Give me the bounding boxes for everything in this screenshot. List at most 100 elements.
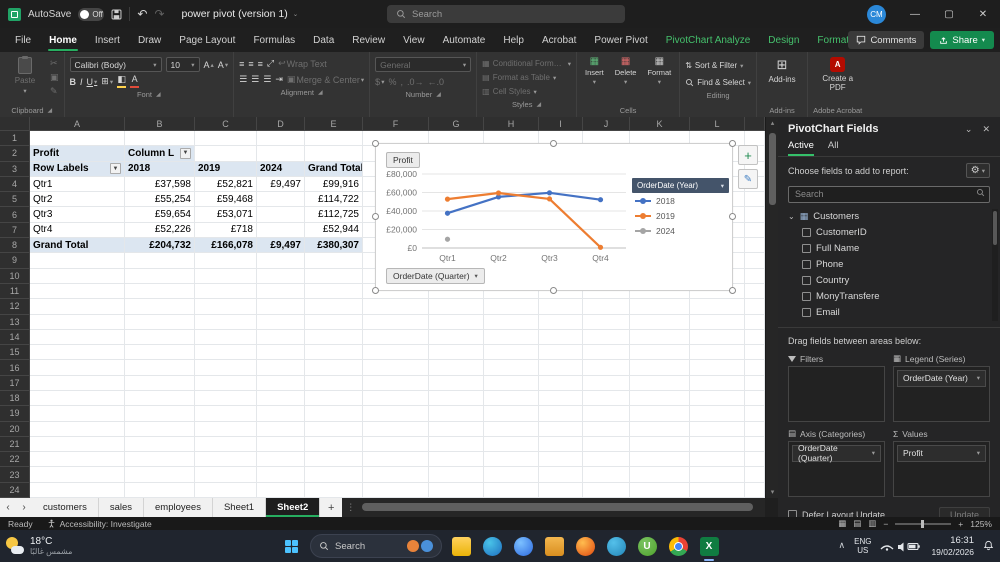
- cell-L21[interactable]: [690, 436, 745, 453]
- cell-I16[interactable]: [539, 360, 583, 376]
- cell-K21[interactable]: [630, 436, 690, 453]
- cell-F22[interactable]: [363, 452, 429, 468]
- minimize-button[interactable]: —: [898, 0, 932, 28]
- cell-E9[interactable]: [305, 253, 363, 269]
- cell-D11[interactable]: [257, 283, 305, 300]
- cell-G16[interactable]: [429, 360, 484, 376]
- number-format-select[interactable]: General ▾: [375, 57, 472, 72]
- cell-L15[interactable]: [690, 345, 745, 361]
- column-header-E[interactable]: E: [305, 117, 363, 131]
- zoom-in-icon[interactable]: +: [958, 519, 963, 529]
- cell-partial-19[interactable]: [745, 406, 765, 422]
- decrease-decimal-icon[interactable]: ←.0: [428, 75, 445, 88]
- vertical-scrollbar[interactable]: ▴ ▾: [765, 117, 778, 498]
- sheet-tab-employees[interactable]: employees: [144, 498, 213, 517]
- cell-A12[interactable]: [30, 299, 125, 315]
- cell-partial-13[interactable]: [745, 314, 765, 330]
- cell-K22[interactable]: [630, 452, 690, 468]
- resize-handle[interactable]: [729, 140, 736, 147]
- zoom-level[interactable]: 125%: [970, 519, 992, 529]
- cell-B13[interactable]: [125, 314, 195, 330]
- panel-chevron-icon[interactable]: ⌄: [965, 124, 973, 135]
- italic-button[interactable]: I: [80, 75, 83, 88]
- tab-draw[interactable]: Draw: [129, 28, 170, 52]
- fill-color-icon[interactable]: ◧: [117, 75, 127, 88]
- legend-field-button[interactable]: OrderDate (Year) ▾: [632, 178, 729, 193]
- cell-C10[interactable]: [195, 268, 257, 284]
- column-header-B[interactable]: B: [125, 117, 195, 131]
- cell-C12[interactable]: [195, 299, 257, 315]
- cell-E3[interactable]: Grand Total: [305, 161, 363, 177]
- tab-insert[interactable]: Insert: [86, 28, 129, 52]
- row-header-15[interactable]: 15: [0, 345, 30, 361]
- row-header-23[interactable]: 23: [0, 467, 30, 483]
- cell-D24[interactable]: [257, 482, 305, 498]
- cell-D21[interactable]: [257, 436, 305, 453]
- tab-review[interactable]: Review: [343, 28, 394, 52]
- cell-J24[interactable]: [583, 482, 630, 498]
- cell-F20[interactable]: [363, 421, 429, 437]
- cell-A16[interactable]: [30, 360, 125, 376]
- cell-H21[interactable]: [484, 436, 539, 453]
- align-right-icon[interactable]: ☰: [263, 73, 271, 86]
- save-icon[interactable]: [111, 9, 122, 20]
- share-button[interactable]: Share ▾: [930, 31, 994, 49]
- cell-I23[interactable]: [539, 467, 583, 483]
- cell-L13[interactable]: [690, 314, 745, 330]
- cell-E17[interactable]: [305, 375, 363, 391]
- row-header-22[interactable]: 22: [0, 452, 30, 468]
- cell-D18[interactable]: [257, 390, 305, 407]
- cell-D12[interactable]: [257, 299, 305, 315]
- dialog-launcher-icon[interactable]: ◢: [318, 89, 323, 96]
- cell-C13[interactable]: [195, 314, 257, 330]
- cell-A9[interactable]: [30, 253, 125, 269]
- page-break-view-icon[interactable]: ▥: [868, 518, 876, 529]
- cell-E21[interactable]: [305, 436, 363, 453]
- column-header-D[interactable]: D: [257, 117, 305, 131]
- cell-I13[interactable]: [539, 314, 583, 330]
- cell-L18[interactable]: [690, 390, 745, 407]
- vertical-scroll-thumb[interactable]: [769, 133, 776, 205]
- cell-D22[interactable]: [257, 452, 305, 468]
- chrome-icon[interactable]: [666, 534, 690, 558]
- cell-I20[interactable]: [539, 421, 583, 437]
- cell-G13[interactable]: [429, 314, 484, 330]
- cell-A20[interactable]: [30, 421, 125, 437]
- cell-H12[interactable]: [484, 299, 539, 315]
- cell-K18[interactable]: [630, 390, 690, 407]
- sheet-nav-left-icon[interactable]: ‹: [0, 498, 16, 517]
- select-all-corner[interactable]: [0, 117, 30, 131]
- cell-L19[interactable]: [690, 406, 745, 422]
- cell-C23[interactable]: [195, 467, 257, 483]
- maximize-button[interactable]: ▢: [932, 0, 966, 28]
- tab-pivotchart-analyze[interactable]: PivotChart Analyze: [657, 28, 760, 52]
- cell-D19[interactable]: [257, 406, 305, 422]
- cell-partial-15[interactable]: [745, 345, 765, 361]
- excel-icon[interactable]: X: [697, 534, 721, 561]
- area-field-pill[interactable]: OrderDate (Year) ▾: [897, 369, 986, 387]
- cell-B5[interactable]: £55,254: [125, 192, 195, 208]
- edge-icon[interactable]: [480, 534, 504, 558]
- pivot-chart[interactable]: £0 £20,000 £40,000 £60,000 £80,000 Qtr1 Qtr2 Qt…: [372, 140, 736, 294]
- cell-partial-7[interactable]: [745, 222, 765, 239]
- orientation-icon[interactable]: ⤢: [267, 57, 274, 70]
- cell-G24[interactable]: [429, 482, 484, 498]
- cell-G22[interactable]: [429, 452, 484, 468]
- resize-handle[interactable]: [372, 140, 379, 147]
- cell-B16[interactable]: [125, 360, 195, 376]
- cell-C18[interactable]: [195, 390, 257, 407]
- horizontal-scroll-thumb[interactable]: [362, 503, 753, 511]
- cell-A8[interactable]: Grand Total: [30, 238, 125, 254]
- cell-I21[interactable]: [539, 436, 583, 453]
- cell-B24[interactable]: [125, 482, 195, 498]
- sheet-tab-sheet1[interactable]: Sheet1: [213, 498, 267, 517]
- sheet-nav-right-icon[interactable]: ›: [16, 498, 32, 517]
- cell-partial-11[interactable]: [745, 283, 765, 300]
- cell-H14[interactable]: [484, 329, 539, 346]
- tab-file[interactable]: File: [6, 28, 40, 52]
- copy-icon[interactable]: ▣: [50, 71, 59, 84]
- cell-G17[interactable]: [429, 375, 484, 391]
- percent-format-icon[interactable]: %: [388, 75, 396, 88]
- cell-E11[interactable]: [305, 283, 363, 300]
- row-header-24[interactable]: 24: [0, 482, 30, 498]
